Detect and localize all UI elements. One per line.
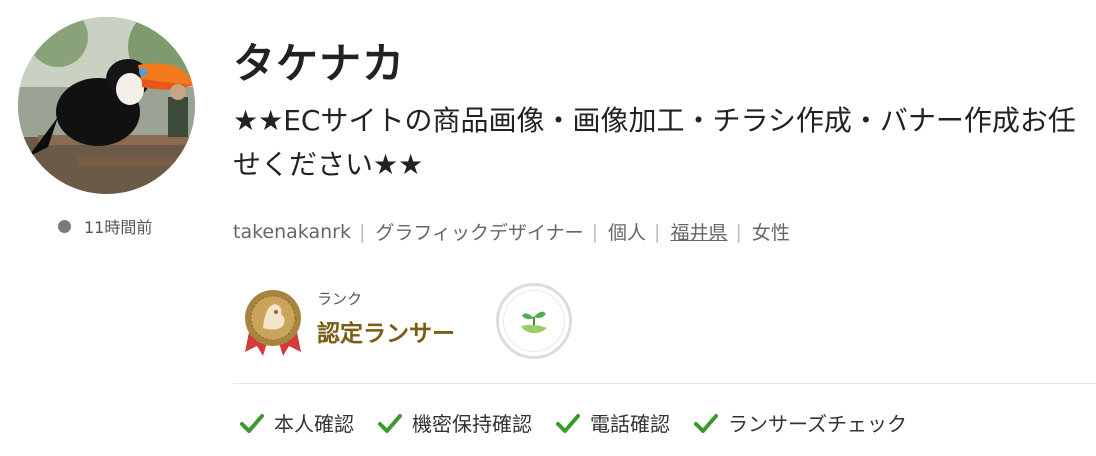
username: takenakanrk bbox=[233, 220, 351, 243]
rank-value: 認定ランサー bbox=[317, 321, 455, 347]
account-type: 個人 bbox=[608, 222, 647, 244]
check-icon bbox=[240, 413, 264, 433]
verification-item: 本人確認 bbox=[240, 408, 354, 437]
gender: 女性 bbox=[751, 222, 790, 244]
rank-label: ランク bbox=[317, 290, 363, 308]
check-icon bbox=[556, 413, 580, 433]
status-dot-icon bbox=[58, 219, 71, 233]
meta-separator: | bbox=[358, 220, 366, 243]
sprout-icon bbox=[521, 311, 547, 334]
toucan-photo bbox=[18, 17, 195, 194]
verification-label: 本人確認 bbox=[274, 412, 354, 436]
check-icon bbox=[378, 413, 402, 433]
profile-meta: takenakanrk | グラフィックデザイナー | 個人 | 福井県 | 女… bbox=[233, 218, 790, 245]
profile-name: タケナカ bbox=[233, 39, 406, 88]
online-status: 11時間前 bbox=[58, 216, 153, 237]
meta-separator: | bbox=[591, 220, 599, 243]
divider bbox=[233, 383, 1096, 384]
verification-item: 機密保持確認 bbox=[378, 408, 532, 437]
sprout-badge-icon[interactable] bbox=[496, 283, 572, 359]
location-link[interactable]: 福井県 bbox=[670, 218, 727, 245]
profile-catchphrase: ★★ECサイトの商品画像・画像加工・チラシ作成・バナー作成お任せください★★ bbox=[233, 104, 1076, 181]
meta-separator: | bbox=[735, 220, 742, 243]
verification-item: 電話確認 bbox=[556, 408, 670, 437]
verification-list: 本人確認 機密保持確認 電話確認 ランサーズチェック bbox=[240, 408, 931, 437]
verification-label: ランサーズチェック bbox=[728, 412, 907, 436]
last-active-time: 11時間前 bbox=[84, 218, 153, 237]
occupation: グラフィックデザイナー bbox=[375, 222, 584, 244]
sprout-badge-inner bbox=[503, 290, 565, 352]
verification-item: ランサーズチェック bbox=[694, 408, 907, 437]
avatar[interactable] bbox=[18, 17, 195, 194]
meta-separator: | bbox=[654, 220, 661, 243]
certified-medal-icon[interactable] bbox=[243, 288, 303, 358]
check-icon bbox=[694, 413, 718, 433]
verification-label: 機密保持確認 bbox=[412, 412, 532, 436]
verification-label: 電話確認 bbox=[590, 412, 670, 436]
